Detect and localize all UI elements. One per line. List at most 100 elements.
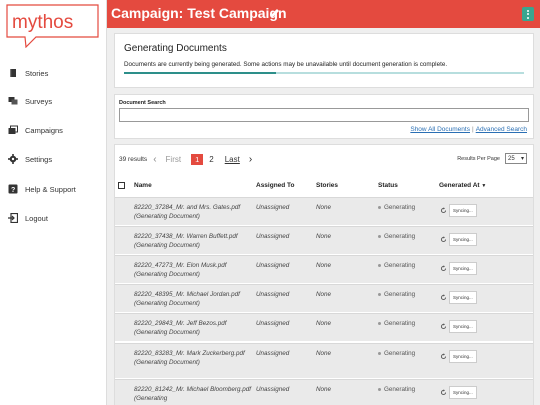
generating-message: Documents are currently being generated.… [124, 61, 448, 68]
generated-at: Syncing... [440, 204, 477, 217]
assigned-to: Unassigned [256, 386, 290, 393]
sync-icon [440, 236, 447, 243]
table-row[interactable]: 82220_37284_Mr. and Mrs. Gates.pdf (Gene… [115, 197, 533, 225]
document-name[interactable]: 82220_48395_Mr. Michael Jordan.pdf (Gene… [134, 290, 252, 308]
advanced-search-link[interactable]: Advanced Search [476, 126, 527, 133]
stories: None [316, 204, 332, 211]
status-dot-icon [378, 264, 381, 267]
stories: None [316, 386, 332, 393]
document-name[interactable]: 82220_29843_Mr. Jeff Bezos.pdf (Generati… [134, 319, 252, 337]
generated-at: Syncing... [440, 320, 477, 333]
sidebar-item-label: Surveys [25, 96, 53, 106]
sync-icon [440, 294, 447, 301]
status: Generating [378, 261, 415, 270]
document-search-input[interactable] [119, 108, 529, 122]
chevron-down-icon: ▾ [520, 156, 524, 162]
status: Generating [378, 385, 415, 394]
syncing-badge: Syncing... [449, 320, 477, 333]
sidebar-item-help-support[interactable]: ? Help & Support [8, 182, 76, 196]
status-dot-icon [378, 293, 381, 296]
first-page-link[interactable]: First [166, 155, 182, 164]
results-per-page: Results Per Page 25 ▾ [457, 153, 527, 164]
syncing-badge: Syncing... [449, 291, 477, 304]
table-row[interactable]: 82220_29843_Mr. Jeff Bezos.pdf (Generati… [115, 313, 533, 341]
table-row[interactable]: 82220_37438_Mr. Warren Buffett.pdf (Gene… [115, 226, 533, 254]
document-name[interactable]: 82220_37284_Mr. and Mrs. Gates.pdf (Gene… [134, 203, 252, 221]
sidebar-item-campaigns[interactable]: Campaigns [8, 123, 63, 137]
page-title: Campaign: Test Campaign [111, 5, 287, 21]
column-stories[interactable]: Stories [316, 182, 338, 189]
sync-icon [440, 265, 447, 272]
document-name[interactable]: 82220_47273_Mr. Elon Musk.pdf (Generatin… [134, 261, 252, 279]
status-dot-icon [378, 352, 381, 355]
table-header: Name Assigned To Stories Status Generate… [115, 180, 533, 194]
svg-text:?: ? [11, 187, 15, 194]
chat-bubbles-icon [8, 97, 18, 105]
sync-icon [440, 353, 447, 360]
mythos-logo[interactable]: mythos [6, 4, 99, 48]
sidebar-item-stories[interactable]: Stories [8, 66, 48, 80]
next-page-arrow-icon[interactable]: › [249, 154, 252, 165]
generation-progress-bar [124, 72, 524, 74]
document-name[interactable]: 82220_37438_Mr. Warren Buffett.pdf (Gene… [134, 232, 252, 250]
status-text: Generating [384, 320, 416, 327]
assigned-to: Unassigned [256, 262, 290, 269]
table-row[interactable]: 82220_47273_Mr. Elon Musk.pdf (Generatin… [115, 255, 533, 283]
assigned-to: Unassigned [256, 320, 290, 327]
document-search-panel: Document Search Show All Documents | Advan… [114, 94, 534, 139]
status-dot-icon [378, 322, 381, 325]
table-row[interactable]: 82220_81242_Mr. Michael Bloomberg.pdf (G… [115, 379, 533, 405]
column-assigned-to[interactable]: Assigned To [256, 182, 295, 189]
generated-at: Syncing... [440, 350, 477, 363]
show-all-documents-link[interactable]: Show All Documents [410, 126, 470, 133]
column-status[interactable]: Status [378, 182, 398, 189]
results-per-page-select[interactable]: 25 ▾ [505, 153, 527, 164]
kebab-menu-icon[interactable] [522, 7, 534, 21]
sidebar: mythos Stories Surveys Campaigns Setting… [0, 0, 107, 405]
stories: None [316, 233, 332, 240]
status-text: Generating [384, 386, 416, 393]
campaigns-icon [8, 125, 18, 134]
sidebar-item-surveys[interactable]: Surveys [8, 94, 52, 108]
sync-icon [440, 323, 447, 330]
pencil-icon[interactable] [270, 8, 280, 18]
last-page-link[interactable]: Last [225, 155, 240, 164]
documents-table-panel: 39 results ‹ First 1 2 Last › Results Pe… [114, 144, 534, 405]
column-generated-at[interactable]: Generated At ▼ [439, 182, 486, 189]
logout-icon [8, 213, 18, 223]
sidebar-item-settings[interactable]: Settings [8, 152, 52, 166]
generated-at: Syncing... [440, 291, 477, 304]
page-2-link[interactable]: 2 [209, 155, 213, 164]
syncing-badge: Syncing... [449, 262, 477, 275]
status-text: Generating [384, 233, 416, 240]
sidebar-item-label: Help & Support [25, 184, 76, 194]
assigned-to: Unassigned [256, 291, 290, 298]
sync-icon [440, 389, 447, 396]
status: Generating [378, 232, 415, 241]
table-row[interactable]: 82220_48395_Mr. Michael Jordan.pdf (Gene… [115, 284, 533, 312]
generating-title: Generating Documents [124, 43, 227, 54]
status: Generating [378, 290, 415, 299]
results-count: 39 results [119, 155, 148, 163]
current-page[interactable]: 1 [191, 153, 204, 165]
stories: None [316, 262, 332, 269]
status: Generating [378, 349, 415, 358]
generated-at: Syncing... [440, 262, 477, 275]
column-name[interactable]: Name [134, 182, 152, 189]
sort-desc-icon: ▼ [481, 183, 487, 189]
search-label: Document Search [119, 100, 166, 106]
select-all-checkbox[interactable] [118, 182, 125, 189]
status-dot-icon [378, 388, 381, 391]
syncing-badge: Syncing... [449, 233, 477, 246]
rpp-label: Results Per Page [457, 155, 500, 162]
table-row[interactable]: 82220_83283_Mr. Mark Zuckerberg.pdf (Gen… [115, 343, 533, 378]
prev-page-arrow-icon[interactable]: ‹ [153, 154, 156, 165]
rpp-value: 25 [508, 155, 515, 162]
assigned-to: Unassigned [256, 233, 290, 240]
document-name[interactable]: 82220_83283_Mr. Mark Zuckerberg.pdf (Gen… [134, 349, 252, 367]
book-icon [10, 69, 16, 77]
assigned-to: Unassigned [256, 204, 290, 211]
document-name[interactable]: 82220_81242_Mr. Michael Bloomberg.pdf (G… [134, 385, 252, 403]
sidebar-item-logout[interactable]: Logout [8, 211, 48, 225]
status: Generating [378, 319, 415, 328]
